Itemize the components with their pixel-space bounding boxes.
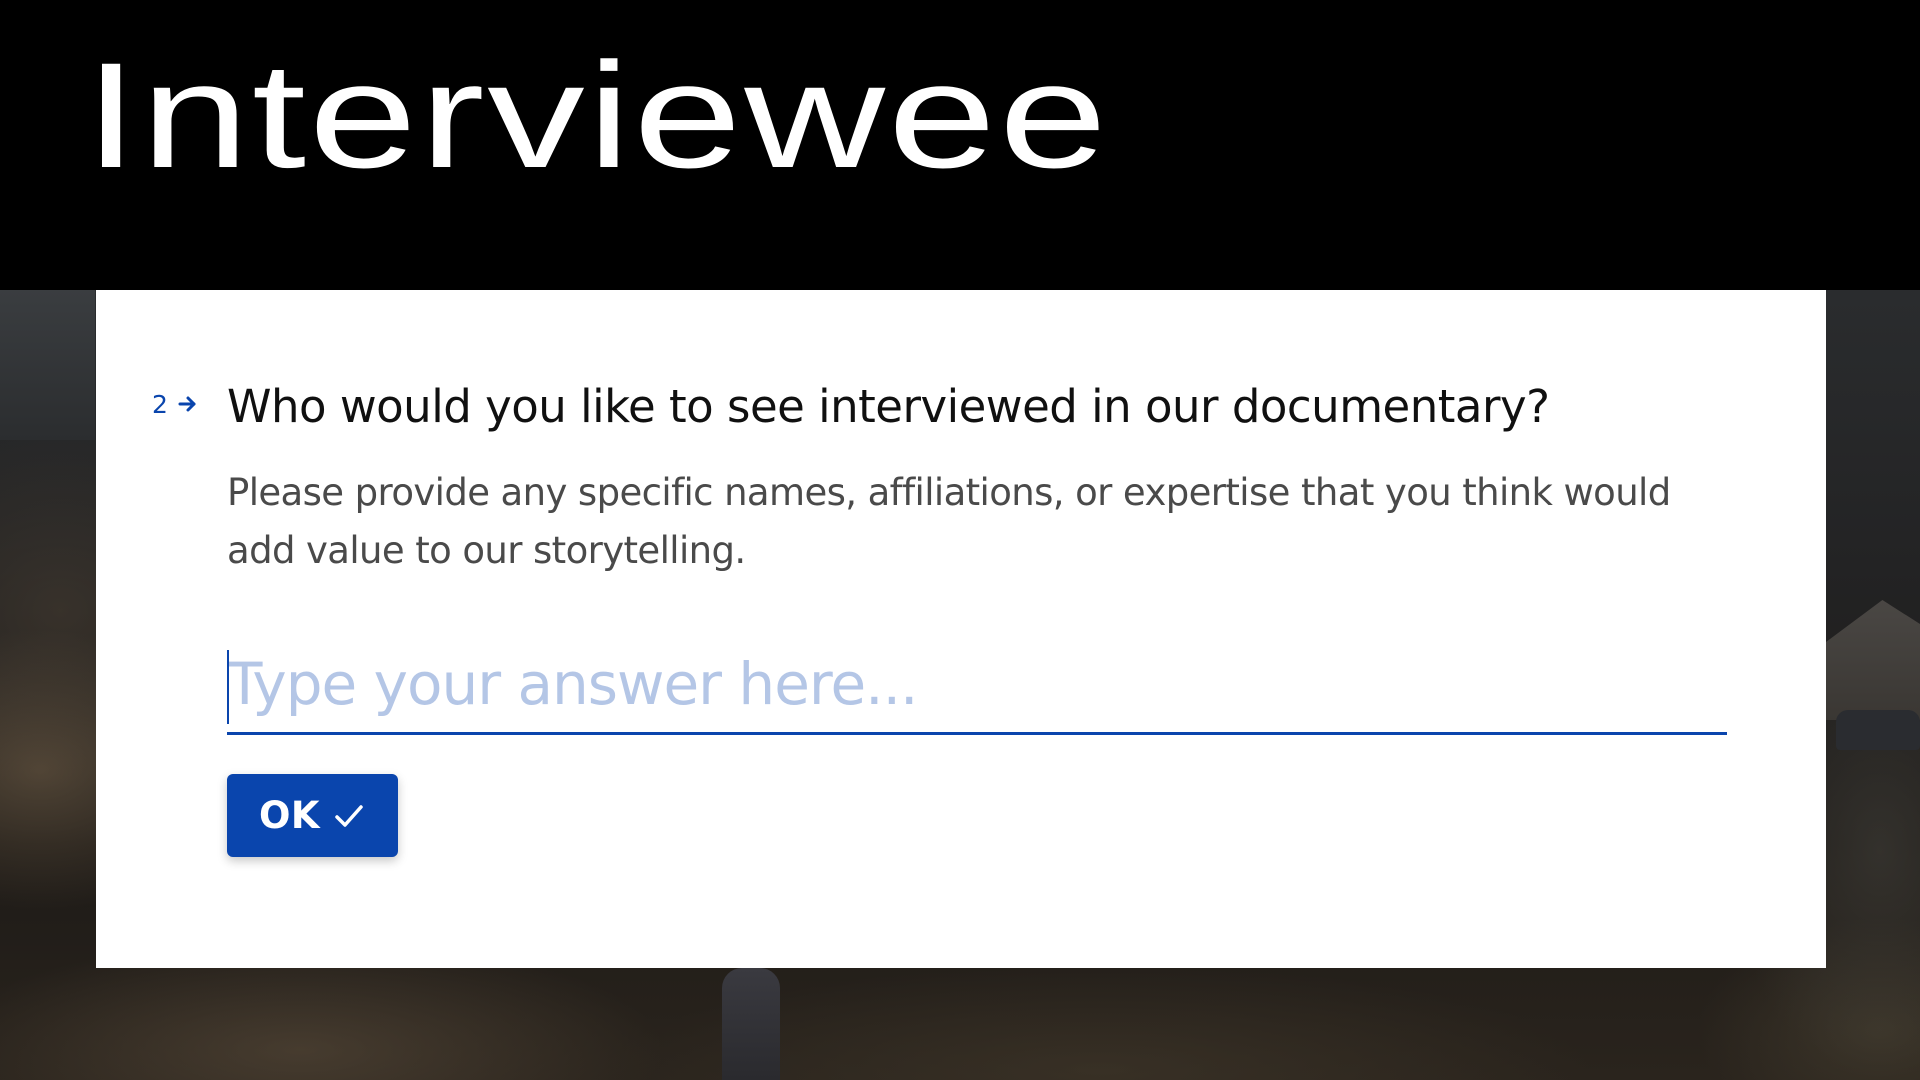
question-title: Who would you like to see interviewed in… (227, 380, 1550, 433)
ok-button[interactable]: OK (227, 774, 398, 857)
text-caret (227, 650, 229, 724)
question-number: 2 (152, 390, 168, 419)
slide: Interviewee 2 Who would you like to see … (0, 0, 1920, 1080)
answer-field[interactable] (227, 636, 1727, 735)
checkmark-icon (335, 804, 363, 827)
background-car (1836, 710, 1920, 750)
form-card: 2 Who would you like to see interviewed … (96, 290, 1826, 968)
answer-input[interactable] (227, 636, 1727, 732)
ok-button-label: OK (258, 794, 321, 837)
header-banner: Interviewee (0, 0, 1920, 290)
page-title: Interviewee (84, 31, 1110, 199)
arrow-right-icon (178, 396, 196, 412)
background-wall (0, 290, 95, 440)
question-description: Please provide any specific names, affil… (227, 471, 1671, 572)
background-figure (722, 968, 780, 1080)
